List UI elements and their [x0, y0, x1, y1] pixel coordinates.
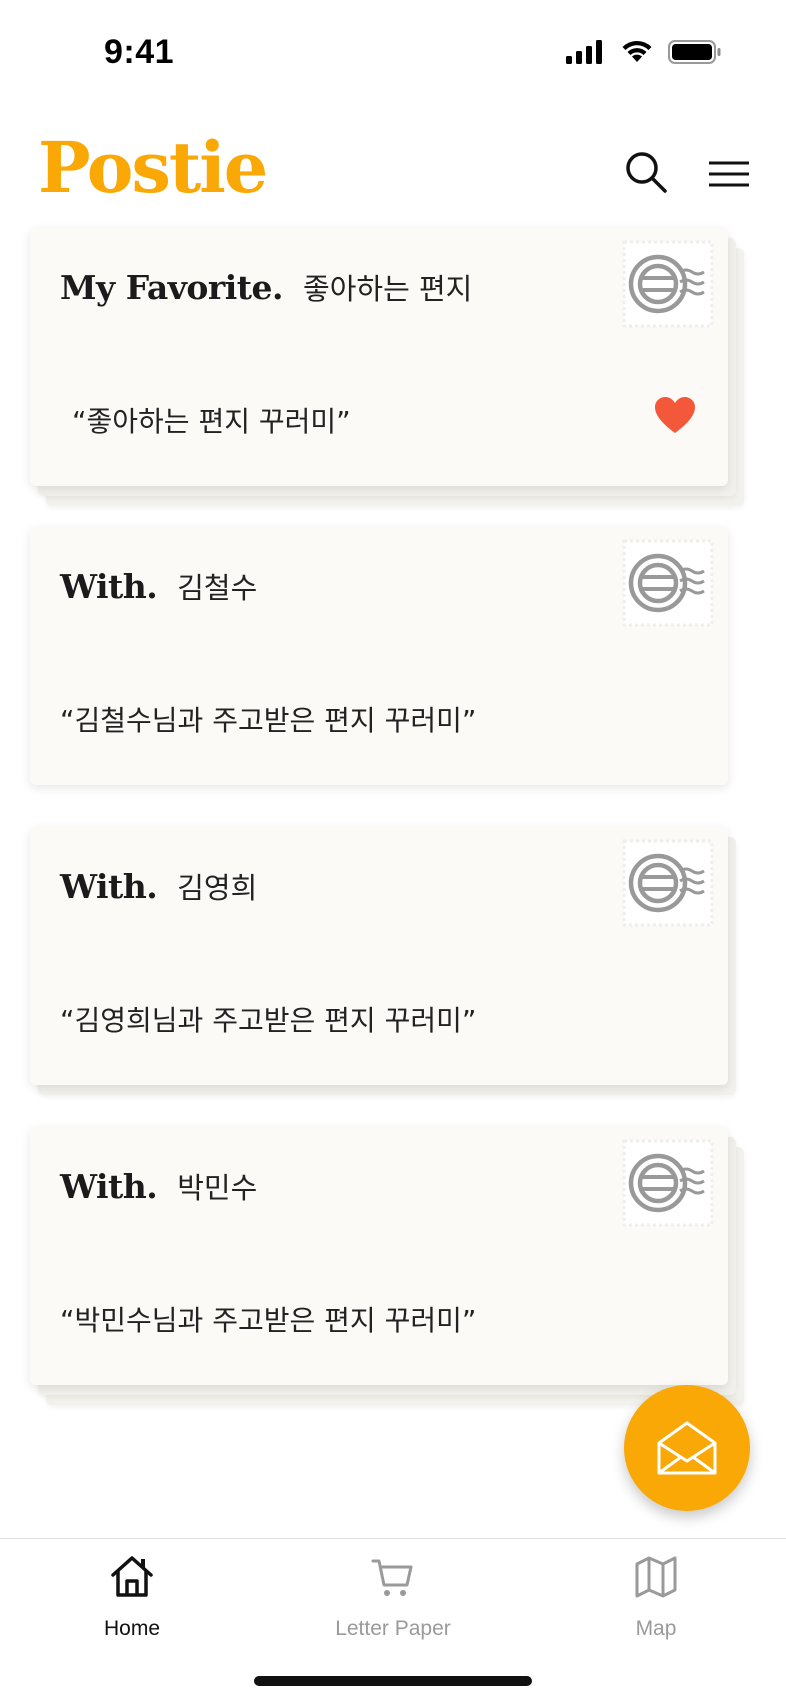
- menu-button[interactable]: [708, 160, 750, 188]
- nav-item-home[interactable]: Home: [32, 1553, 232, 1641]
- letter-bundle-card[interactable]: With. 김영희 “김영희님과 주고받은 편지 꾸러미”: [30, 827, 736, 1095]
- search-icon: [626, 152, 667, 193]
- card-face: With. 김영희 “김영희님과 주고받은 편지 꾸러미”: [30, 827, 728, 1085]
- card-quote: “좋아하는 편지 꾸러미”: [72, 405, 351, 438]
- signal-icon: [566, 40, 602, 64]
- card-kind: With.: [60, 567, 158, 606]
- card-kind: My Favorite.: [60, 268, 284, 307]
- card-name: 박민수: [177, 1171, 258, 1205]
- card-name: 김철수: [177, 571, 258, 605]
- card-face: With. 김철수 “김철수님과 주고받은 편지 꾸러미”: [30, 527, 728, 785]
- write-letter-fab[interactable]: [624, 1385, 750, 1511]
- nav-label-home: Home: [103, 1617, 161, 1640]
- card-quote: “김철수님과 주고받은 편지 꾸러미”: [60, 704, 477, 737]
- card-quote: “김영희님과 주고받은 편지 꾸러미”: [60, 1004, 477, 1037]
- letter-bundle-card[interactable]: With. 김철수 “김철수님과 주고받은 편지 꾸러미”: [30, 527, 730, 787]
- card-title: With. 김철수: [60, 565, 257, 607]
- card-face: My Favorite. 좋아하는 편지 “좋아하는 편지 꾸러미”: [30, 228, 728, 486]
- card-quote: “박민수님과 주고받은 편지 꾸러미”: [60, 1304, 477, 1337]
- card-kind: With.: [60, 867, 158, 906]
- search-button[interactable]: [624, 150, 668, 194]
- card-kind: With.: [60, 1167, 158, 1206]
- postmark-stamp-icon: [622, 539, 714, 627]
- app-logo[interactable]: Postie: [38, 126, 268, 209]
- card-face: With. 박민수 “박민수님과 주고받은 편지 꾸러미”: [30, 1127, 728, 1385]
- card-title: With. 김영희: [60, 865, 257, 907]
- wifi-icon: [622, 40, 652, 62]
- letter-bundle-card[interactable]: My Favorite. 좋아하는 편지 “좋아하는 편지 꾸러미”: [30, 228, 744, 506]
- cart-icon: [371, 1559, 413, 1596]
- nav-item-letter-paper[interactable]: Letter Paper: [293, 1553, 493, 1641]
- open-envelope-icon: [657, 1421, 717, 1475]
- postmark-stamp-icon: [622, 1139, 714, 1227]
- heart-icon[interactable]: [654, 396, 696, 434]
- map-icon: [635, 1556, 677, 1598]
- card-name: 김영희: [177, 871, 258, 905]
- home-icon: [111, 1556, 153, 1597]
- status-icons: [566, 40, 722, 64]
- card-title: With. 박민수: [60, 1165, 257, 1207]
- postmark-stamp-icon: [622, 839, 714, 927]
- letter-bundle-card[interactable]: With. 박민수 “박민수님과 주고받은 편지 꾸러미”: [30, 1127, 744, 1405]
- nav-label-letter-paper: Letter Paper: [335, 1617, 451, 1640]
- app-header: Postie: [0, 110, 786, 230]
- nav-label-map: Map: [635, 1617, 677, 1640]
- battery-icon: [668, 40, 721, 64]
- home-indicator[interactable]: [254, 1676, 532, 1686]
- card-name: 좋아하는 편지: [303, 272, 473, 306]
- postmark-stamp-icon: [622, 240, 714, 328]
- card-title: My Favorite. 좋아하는 편지: [60, 266, 472, 308]
- nav-item-map[interactable]: Map: [556, 1553, 756, 1641]
- hamburger-menu-icon: [709, 161, 749, 187]
- status-time: 9:41: [104, 33, 175, 71]
- status-bar: 9:41: [0, 0, 786, 110]
